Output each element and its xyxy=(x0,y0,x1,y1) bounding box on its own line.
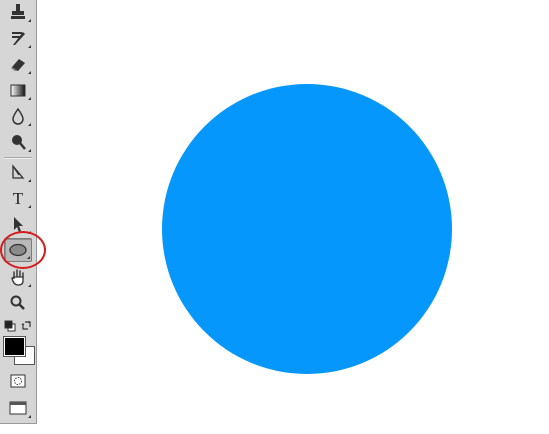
swap-colors-button[interactable] xyxy=(21,319,33,331)
history-brush-tool[interactable] xyxy=(4,26,32,50)
flyout-indicator-icon xyxy=(28,123,31,126)
zoom-tool[interactable] xyxy=(4,291,32,315)
history-brush-icon xyxy=(12,32,25,45)
flyout-indicator-icon xyxy=(28,179,31,182)
flyout-indicator-icon xyxy=(28,415,31,418)
gradient-tool[interactable] xyxy=(4,78,32,102)
screen-mode-icon xyxy=(9,401,27,415)
ellipse-shape[interactable] xyxy=(162,84,452,374)
flyout-indicator-icon xyxy=(28,205,31,208)
flyout-indicator-icon xyxy=(28,149,31,152)
flyout-indicator-icon xyxy=(28,97,31,100)
clone-stamp-tool[interactable] xyxy=(4,0,32,24)
gradient-icon xyxy=(10,84,26,97)
drop-icon xyxy=(12,107,24,125)
type-icon: T xyxy=(12,188,24,208)
foreground-color-swatch[interactable] xyxy=(3,336,26,357)
quick-mask-icon xyxy=(10,374,26,388)
blur-tool[interactable] xyxy=(4,104,32,128)
flyout-indicator-icon xyxy=(28,71,31,74)
dodge-icon xyxy=(12,135,26,150)
pen-icon xyxy=(12,164,25,179)
hand-icon xyxy=(11,269,24,286)
color-swatches xyxy=(3,335,35,367)
default-colors-icon xyxy=(4,320,16,332)
tool-highlight-ring xyxy=(0,231,46,269)
eraser-tool[interactable] xyxy=(4,52,32,76)
flyout-indicator-icon xyxy=(28,19,31,22)
toolbar-separator xyxy=(4,157,32,159)
type-tool[interactable]: T xyxy=(4,186,32,210)
screen-mode-button[interactable] xyxy=(4,396,32,420)
dodge-tool[interactable] xyxy=(4,130,32,154)
flyout-indicator-icon xyxy=(28,45,31,48)
quick-mask-button[interactable] xyxy=(4,369,32,393)
default-colors-button[interactable] xyxy=(4,319,16,332)
flyout-indicator-icon xyxy=(28,284,31,287)
pen-tool[interactable] xyxy=(4,160,32,184)
stamp-icon xyxy=(11,4,25,19)
swap-arrow-icon xyxy=(21,321,31,330)
tools-panel: T xyxy=(0,0,37,424)
eraser-icon xyxy=(11,59,25,71)
magnifier-icon xyxy=(10,295,25,310)
